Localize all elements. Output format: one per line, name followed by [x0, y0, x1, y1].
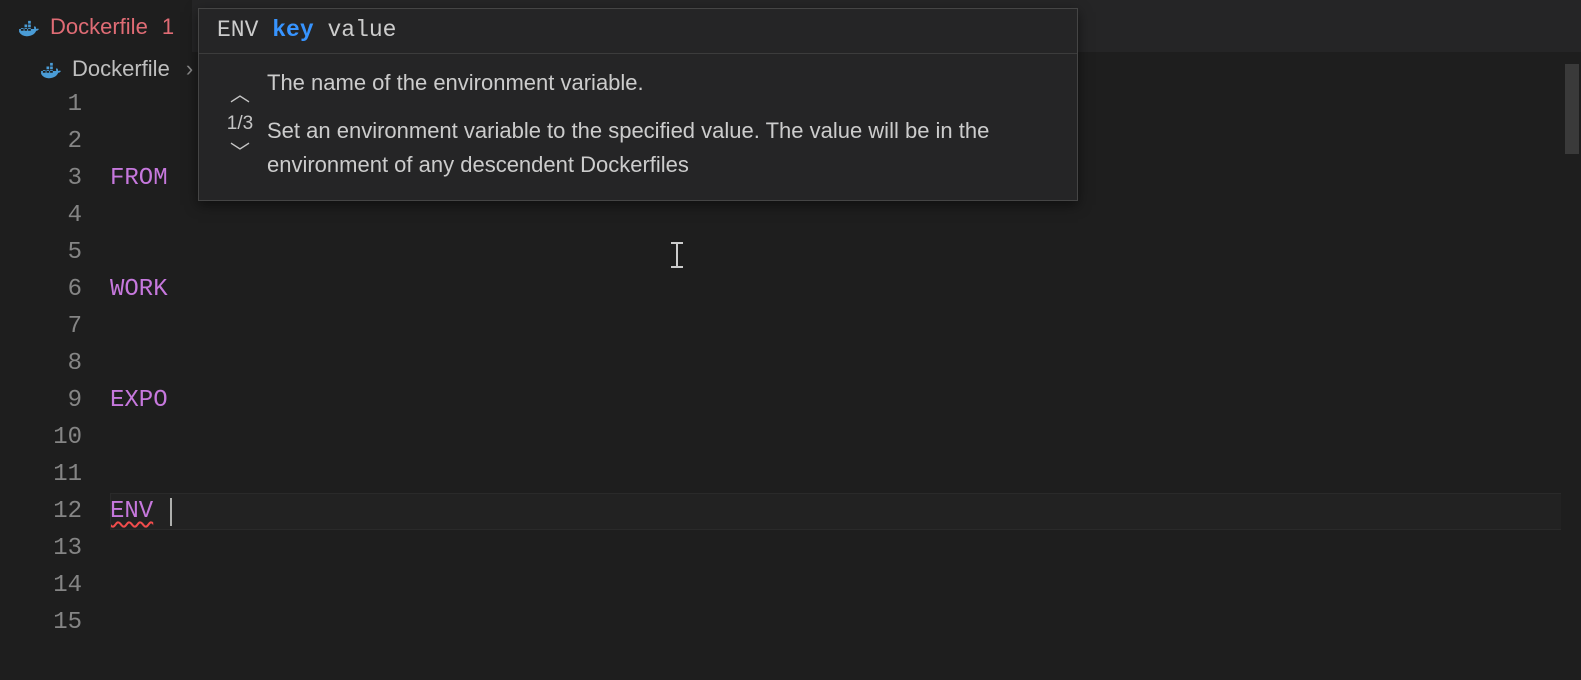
tab-dockerfile[interactable]: Dockerfile 1: [0, 0, 192, 52]
signature-prefix: ENV: [217, 17, 258, 43]
signature-description: Set an environment variable to the speci…: [267, 114, 1059, 182]
tab-problems-count: 1: [162, 14, 174, 40]
vertical-scrollbar[interactable]: [1561, 52, 1581, 680]
line-number: 8: [0, 345, 82, 382]
keyword-env-error: ENV: [110, 493, 153, 530]
keyword-expose: EXPO: [110, 382, 168, 419]
line-number: 14: [0, 567, 82, 604]
signature-nav: ︿ 1/3 ﹀: [213, 66, 267, 182]
line-number: 12: [0, 493, 82, 530]
docker-icon: [18, 18, 40, 36]
tab-label: Dockerfile: [50, 14, 148, 40]
chevron-right-icon: ›: [186, 56, 193, 82]
scrollbar-thumb[interactable]: [1565, 64, 1579, 154]
signature-prev-button[interactable]: ︿: [224, 83, 256, 107]
whitespace: [153, 493, 167, 530]
signature-header: ENV key value: [199, 9, 1077, 54]
signature-documentation: The name of the environment variable. Se…: [267, 66, 1059, 182]
line-number: 11: [0, 456, 82, 493]
signature-counter: 1/3: [227, 109, 253, 138]
signature-rest: value: [327, 17, 396, 43]
code-line[interactable]: WORK: [110, 271, 1581, 308]
breadcrumb-file[interactable]: Dockerfile: [72, 56, 170, 82]
line-number: 3: [0, 160, 82, 197]
line-number: 2: [0, 123, 82, 160]
line-number: 4: [0, 197, 82, 234]
docker-icon: [40, 60, 62, 78]
code-line-current[interactable]: ENV: [110, 493, 1581, 530]
line-number: 10: [0, 419, 82, 456]
keyword-workdir: WORK: [110, 271, 168, 308]
signature-active-param: key: [272, 17, 313, 43]
signature-next-button[interactable]: ﹀: [224, 141, 256, 165]
text-cursor: [170, 498, 172, 526]
line-number: 15: [0, 604, 82, 641]
keyword-from: FROM: [110, 160, 168, 197]
code-line[interactable]: EXPO: [110, 382, 1581, 419]
line-number: 7: [0, 308, 82, 345]
line-number: 5: [0, 234, 82, 271]
line-number: 1: [0, 86, 82, 123]
code-line[interactable]: [110, 604, 1581, 641]
line-number: 13: [0, 530, 82, 567]
line-number: 6: [0, 271, 82, 308]
line-number: 9: [0, 382, 82, 419]
mouse-ibeam-cursor: [670, 240, 684, 270]
signature-help-popup: ENV key value ︿ 1/3 ﹀ The name of the en…: [198, 8, 1078, 201]
line-number-gutter: 1 2 3 4 5 6 7 8 9 10 11 12 13 14 15: [0, 86, 110, 680]
signature-param-doc: The name of the environment variable.: [267, 66, 1059, 100]
